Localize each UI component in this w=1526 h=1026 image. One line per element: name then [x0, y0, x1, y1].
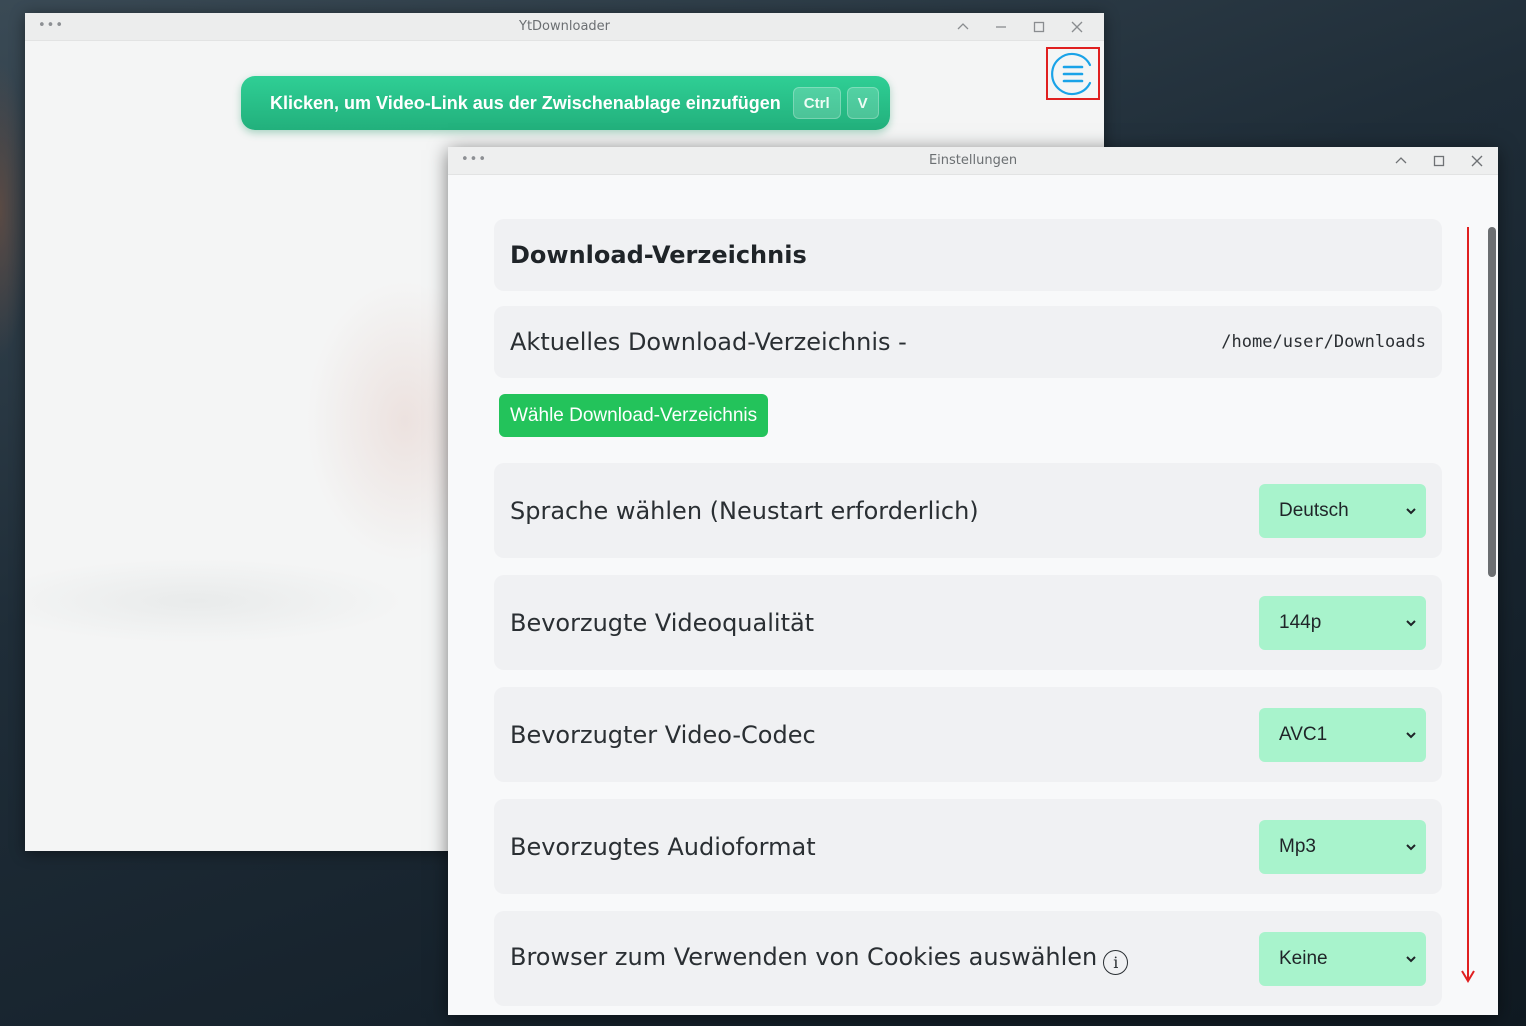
window-menu-dots-icon[interactable]: •••	[38, 19, 64, 32]
current-directory-path: /home/user/Downloads	[1221, 332, 1426, 352]
current-directory-label: Aktuelles Download-Verzeichnis -	[510, 328, 907, 356]
close-button[interactable]	[1058, 13, 1096, 41]
shortcut-key-v: V	[846, 87, 879, 119]
setting-label: Browser zum Verwenden von Cookies auswäh…	[510, 942, 1098, 971]
setting-row-cookies-browser: Browser zum Verwenden von Cookies auswäh…	[494, 911, 1442, 1006]
window-title: YtDownloader	[519, 19, 610, 34]
maximize-button[interactable]	[1020, 13, 1058, 41]
select-value: Mp3	[1279, 835, 1316, 857]
close-button[interactable]	[1458, 147, 1496, 175]
shade-button[interactable]	[1382, 147, 1420, 175]
chevron-down-icon	[1406, 507, 1416, 514]
section-title: Download-Verzeichnis	[510, 241, 807, 269]
settings-window: ••• Einstellungen Download-Verzeichnis A…	[448, 147, 1498, 1015]
window-controls	[1382, 147, 1496, 175]
chevron-up-icon	[1395, 157, 1407, 164]
setting-label-cookies: Browser zum Verwenden von Cookies auswäh…	[510, 942, 1129, 975]
shortcut-key-ctrl: Ctrl	[792, 87, 841, 119]
setting-label: Bevorzugtes Audioformat	[510, 832, 816, 861]
select-value: 144p	[1279, 611, 1322, 633]
minimize-icon	[996, 26, 1006, 28]
scroll-down-arrow-icon	[1461, 227, 1475, 983]
shade-button[interactable]	[944, 13, 982, 41]
choose-directory-button[interactable]: Wähle Download-Verzeichnis	[499, 394, 769, 437]
maximize-icon	[1033, 21, 1045, 33]
close-icon	[1471, 155, 1483, 167]
paste-link-label: Klicken, um Video-Link aus der Zwischena…	[270, 92, 781, 113]
chevron-down-icon	[1406, 619, 1416, 626]
select-value: AVC1	[1279, 723, 1328, 745]
close-icon	[1071, 21, 1083, 33]
section-header-card: Download-Verzeichnis	[494, 219, 1442, 291]
scrollbar-thumb[interactable]	[1488, 227, 1496, 577]
info-icon[interactable]: i	[1103, 949, 1129, 975]
setting-row-audio-format: Bevorzugtes Audioformat Mp3	[494, 799, 1442, 894]
hamburger-menu-icon	[1051, 52, 1092, 95]
current-directory-card: Aktuelles Download-Verzeichnis - /home/u…	[494, 306, 1442, 378]
minimize-button[interactable]	[982, 13, 1020, 41]
cookies-browser-select[interactable]: Keine	[1259, 931, 1426, 986]
setting-row-language: Sprache wählen (Neustart erforderlich) D…	[494, 463, 1442, 558]
setting-label: Bevorzugter Video-Codec	[510, 720, 816, 749]
chevron-up-icon	[957, 23, 969, 30]
settings-titlebar[interactable]: ••• Einstellungen	[448, 147, 1498, 175]
chevron-down-icon	[1406, 731, 1416, 738]
window-controls	[944, 13, 1096, 41]
main-titlebar[interactable]: ••• YtDownloader	[25, 13, 1104, 41]
paste-link-button[interactable]: Klicken, um Video-Link aus der Zwischena…	[241, 76, 890, 130]
select-value: Deutsch	[1279, 499, 1349, 521]
settings-window-title: Einstellungen	[928, 153, 1018, 168]
setting-row-video-quality: Bevorzugte Videoqualität 144p	[494, 575, 1442, 670]
setting-label: Bevorzugte Videoqualität	[510, 608, 815, 637]
maximize-button[interactable]	[1420, 147, 1458, 175]
menu-button[interactable]	[1046, 47, 1100, 100]
setting-row-video-codec: Bevorzugter Video-Codec AVC1	[494, 687, 1442, 782]
video-codec-select[interactable]: AVC1	[1259, 707, 1426, 762]
chevron-down-icon	[1406, 955, 1416, 962]
window-menu-dots-icon[interactable]: •••	[461, 153, 487, 166]
language-select[interactable]: Deutsch	[1259, 483, 1426, 538]
audio-format-select[interactable]: Mp3	[1259, 819, 1426, 874]
maximize-icon	[1433, 155, 1445, 167]
chevron-down-icon	[1406, 843, 1416, 850]
scrollbar[interactable]	[1486, 223, 1498, 583]
video-quality-select[interactable]: 144p	[1259, 595, 1426, 650]
setting-label: Sprache wählen (Neustart erforderlich)	[510, 496, 979, 525]
select-value: Keine	[1279, 947, 1328, 969]
